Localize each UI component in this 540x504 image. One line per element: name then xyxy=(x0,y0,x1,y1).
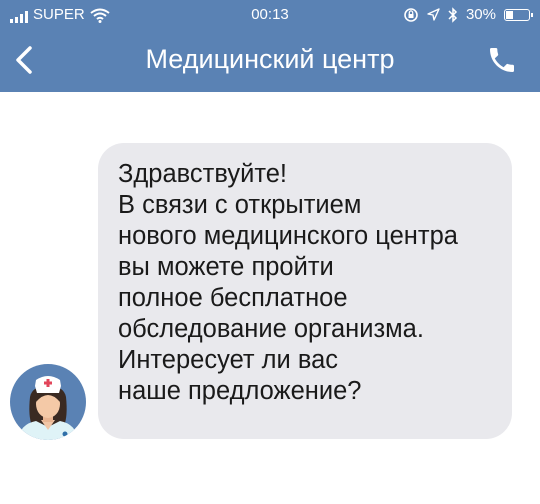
message-line: обследование организма. xyxy=(118,315,424,343)
message-line: нового медицинского центра xyxy=(118,222,458,250)
nurse-avatar-icon[interactable] xyxy=(10,364,86,440)
status-right: 30% xyxy=(403,6,533,23)
orientation-lock-icon xyxy=(404,7,418,22)
message-text: Здравствуйте! В связи с открытием нового… xyxy=(118,159,492,407)
battery-icon xyxy=(504,8,533,21)
top-bar: SUPER 00:13 30% Медицинский центр xyxy=(0,0,540,92)
message-line: полное бесплатное xyxy=(118,284,348,312)
message-bubble[interactable]: Здравствуйте! В связи с открытием нового… xyxy=(98,143,512,439)
message-line: вы можете пройти xyxy=(118,253,334,281)
battery-fill xyxy=(506,10,514,19)
location-icon xyxy=(427,8,440,21)
battery-percent: 30% xyxy=(465,6,496,23)
message-line: Интересует ли вас xyxy=(118,346,339,374)
message-line: Здравствуйте! xyxy=(118,160,287,188)
message-line: В связи с открытием xyxy=(118,191,362,219)
bluetooth-icon xyxy=(448,6,458,23)
message-line: наше предложение? xyxy=(118,377,362,405)
status-bar: SUPER 00:13 30% xyxy=(0,0,540,30)
call-button[interactable] xyxy=(486,44,518,76)
navigation-bar: Медицинский центр xyxy=(0,30,540,92)
page-title: Медицинский центр xyxy=(145,44,395,74)
